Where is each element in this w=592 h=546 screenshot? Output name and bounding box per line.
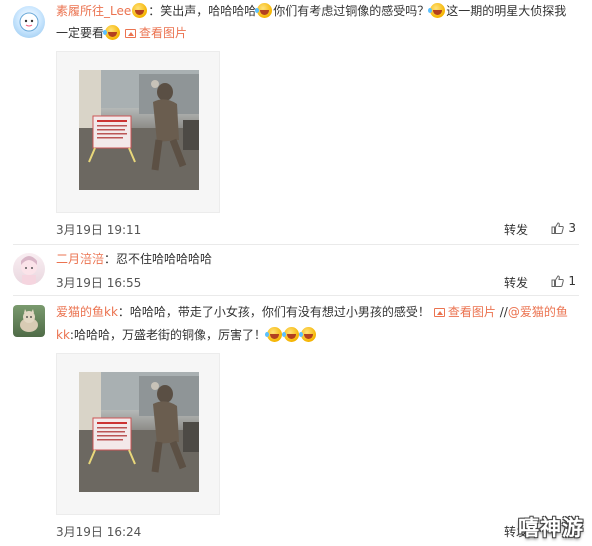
laugh-emoji [298, 327, 316, 342]
laugh-emoji [264, 327, 282, 342]
repost-button[interactable]: 转发 [504, 221, 528, 238]
bronze-statue-photo [79, 372, 199, 492]
mention-link[interactable]: @爱猫的鱼 [508, 305, 568, 319]
view-picture-link[interactable]: 查看图片 [430, 305, 496, 319]
user-avatar[interactable] [13, 6, 45, 38]
comment-timestamp: 3月19日 16:24 [56, 525, 142, 539]
user-avatar[interactable] [13, 253, 45, 285]
view-picture-link[interactable]: 查看图片 [121, 26, 187, 40]
comment-text: 爱猫的鱼kk：哈哈哈，带走了小女孩，你们有没有想过小男孩的感受！ 查看图片 //@… [56, 305, 568, 319]
watermark-logo: 嘻神游 [518, 516, 584, 540]
picture-icon [433, 308, 445, 317]
repost-button[interactable]: 转发 [504, 274, 528, 291]
thumbs-up-icon [551, 275, 565, 287]
laugh-emoji [103, 25, 121, 40]
comment-timestamp: 3月19日 19:11 [56, 223, 142, 237]
thumbs-up-icon [551, 222, 565, 234]
picture-icon [125, 29, 137, 38]
comment-timestamp: 3月19日 16:55 [56, 276, 142, 290]
divider [13, 295, 579, 296]
laugh-emoji [132, 3, 148, 18]
comment-username[interactable]: 素履所往_Lee [56, 4, 131, 18]
comment-text-line2: kk:哈哈哈，万盛老街的铜像，厉害了！ [56, 326, 578, 344]
divider [13, 244, 579, 245]
laugh-emoji [255, 3, 273, 18]
comment-text-line2: 一定要看 查看图片 [56, 25, 188, 40]
like-count: 3 [568, 221, 576, 235]
user-avatar[interactable] [13, 305, 45, 337]
comment-username[interactable]: 二月涪涪 [56, 252, 104, 266]
like-count: 1 [568, 274, 576, 288]
comment-username[interactable]: 爱猫的鱼kk [56, 305, 118, 319]
comment-text: 素履所往_Lee ：笑出声，哈哈哈哈 你们有考虑过铜像的感受吗？ 这一期的明星大侦探我 [56, 3, 567, 18]
comment-text: 二月涪涪：忍不住哈哈哈哈哈 [56, 252, 213, 266]
laugh-emoji [428, 3, 446, 18]
comment-photo[interactable] [56, 353, 220, 515]
like-button[interactable]: 3 [551, 221, 576, 235]
bronze-statue-photo [79, 70, 199, 190]
like-button[interactable]: 1 [551, 274, 576, 288]
laugh-emoji [281, 327, 299, 342]
comment-photo[interactable] [56, 51, 220, 213]
mention-link-continued[interactable]: kk [56, 328, 70, 342]
